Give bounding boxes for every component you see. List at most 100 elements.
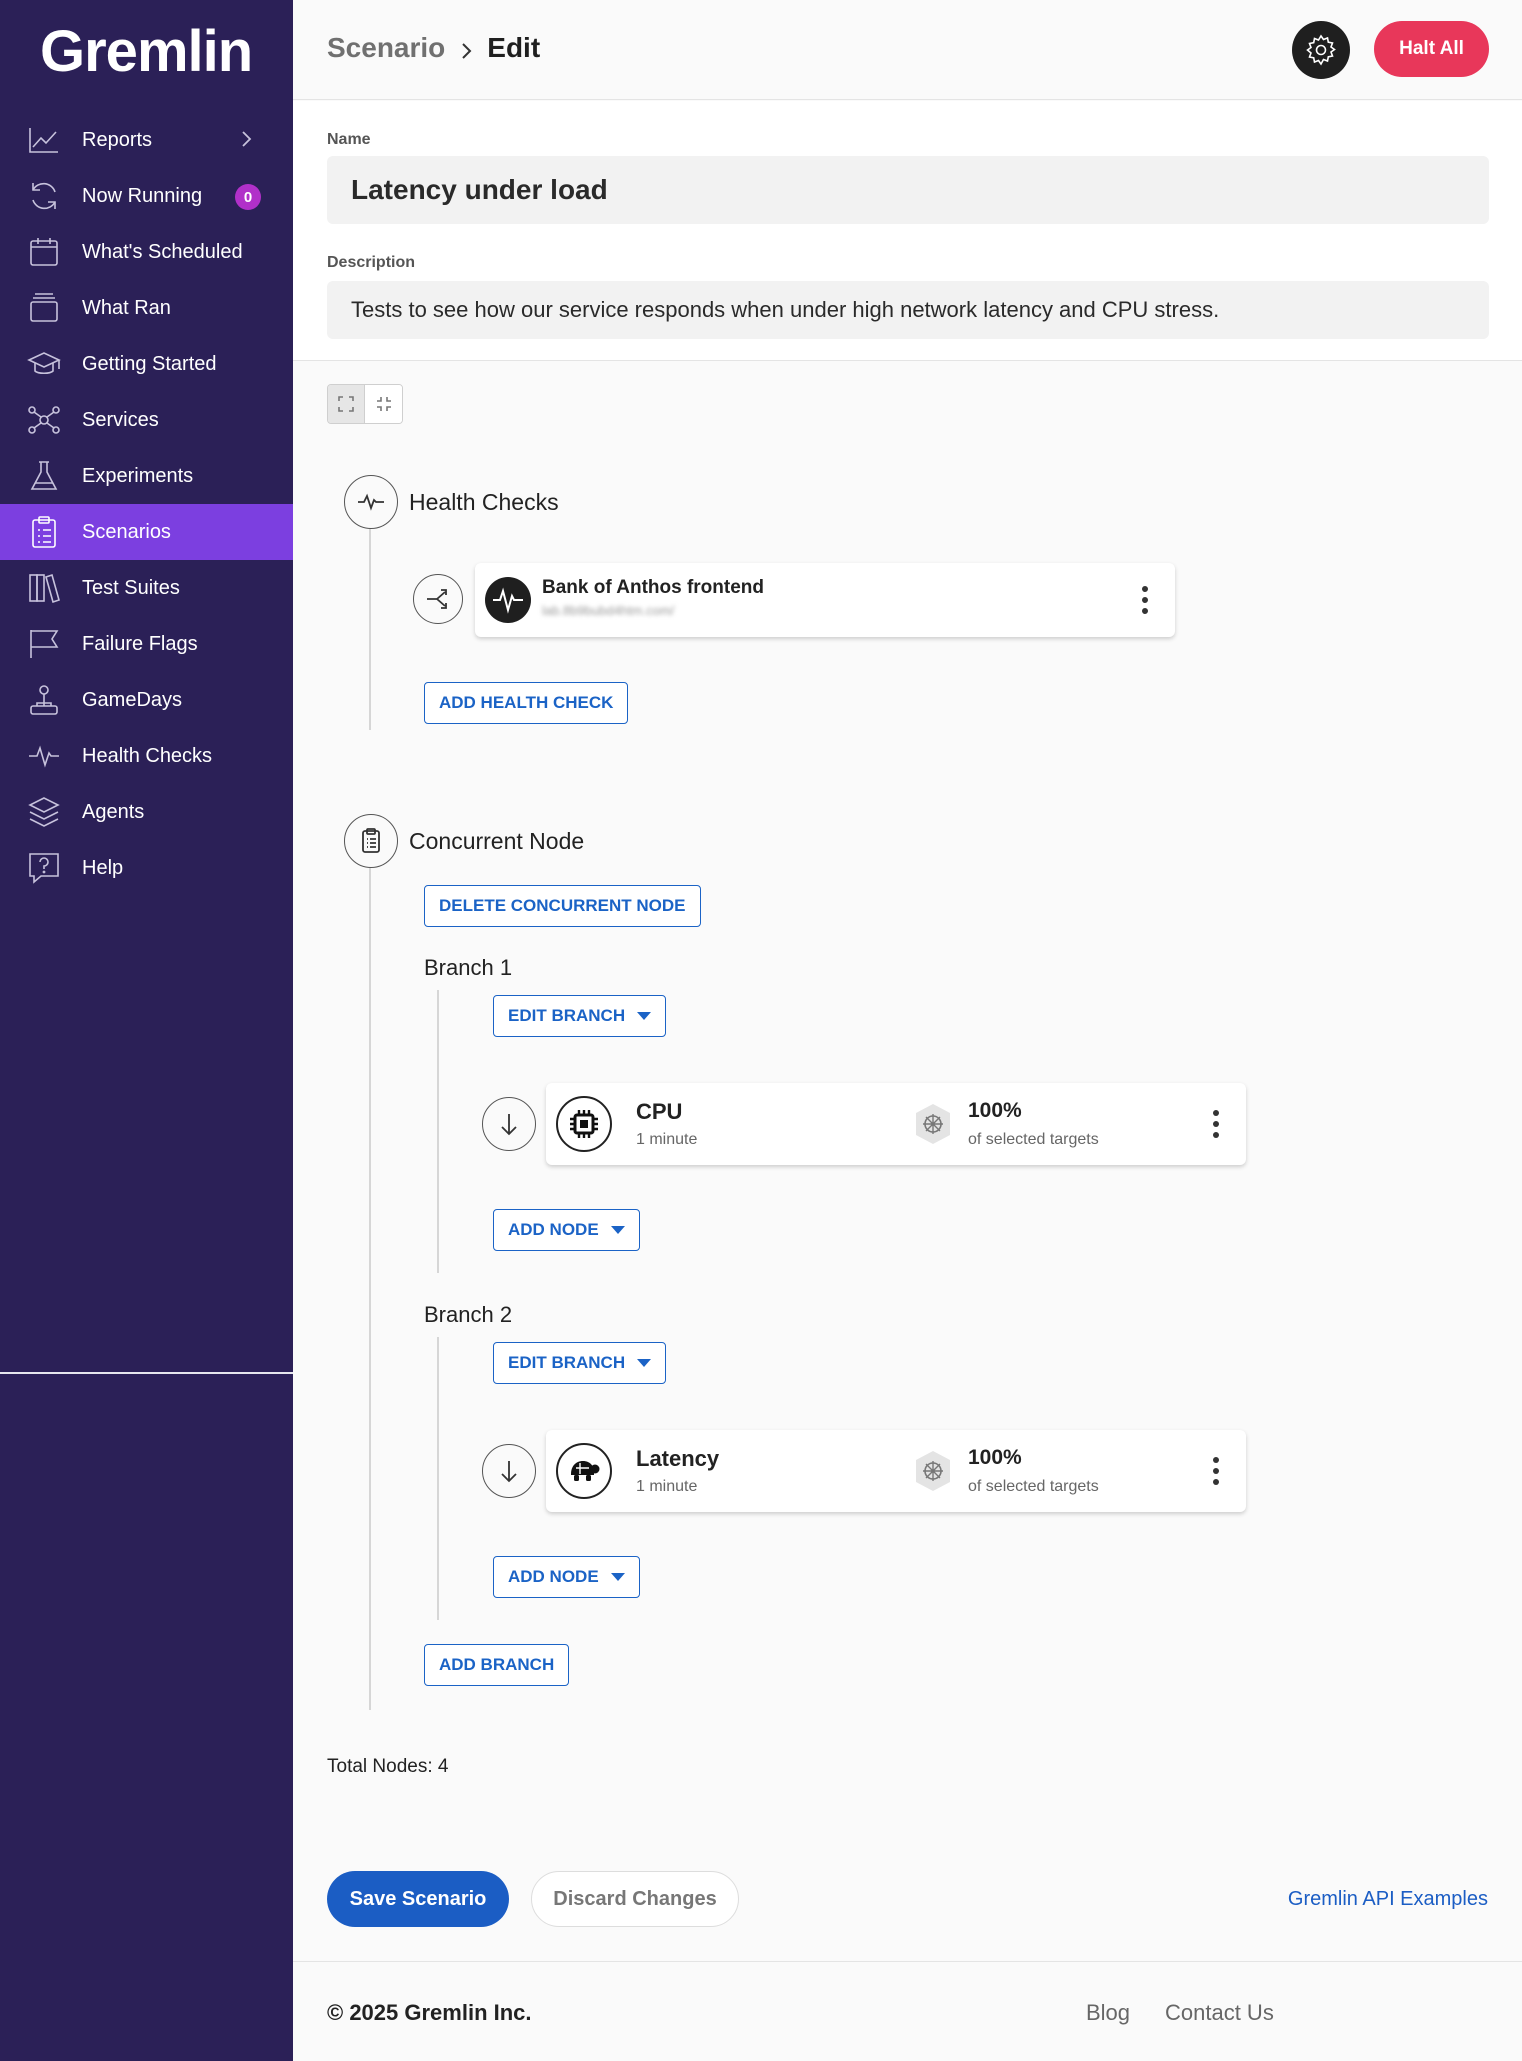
sidebar-item-what-ran[interactable]: What Ran bbox=[0, 280, 293, 336]
api-examples-link[interactable]: Gremlin API Examples bbox=[1288, 1888, 1488, 1911]
cpu-node-menu-button[interactable] bbox=[1212, 1110, 1220, 1138]
running-count-badge: 0 bbox=[235, 184, 261, 210]
kubernetes-icon bbox=[912, 1101, 954, 1147]
latency-node-card[interactable]: Latency 1 minute 100% of selected target… bbox=[546, 1430, 1246, 1512]
tree-connector bbox=[369, 868, 371, 1710]
caret-down-icon bbox=[610, 1573, 625, 1581]
sidebar-item-label: Scenarios bbox=[82, 520, 171, 543]
name-label: Name bbox=[327, 131, 371, 148]
collapse-icon bbox=[376, 397, 391, 411]
scenario-name-field[interactable]: Latency under load bbox=[327, 156, 1489, 224]
node-duration: 1 minute bbox=[636, 1478, 698, 1495]
clipboard-icon bbox=[362, 828, 380, 853]
breadcrumb-scenario-link[interactable]: Scenario bbox=[327, 32, 445, 64]
blog-link[interactable]: Blog bbox=[1086, 2000, 1130, 2026]
branch-connector bbox=[437, 1337, 439, 1620]
sidebar: Gremlin Reports Now Running 0 What's Sch… bbox=[0, 0, 293, 2061]
layers-icon bbox=[26, 794, 62, 830]
latency-node-avatar bbox=[556, 1443, 612, 1499]
health-check-card[interactable]: Bank of Anthos frontend lab.8b9bubd4htm.… bbox=[475, 563, 1175, 637]
pulse-icon bbox=[493, 587, 523, 614]
sidebar-item-services[interactable]: Services bbox=[0, 392, 293, 448]
sidebar-item-label: Services bbox=[82, 408, 159, 431]
pulse-icon bbox=[358, 493, 384, 511]
node-target-caption: of selected targets bbox=[968, 1131, 1099, 1148]
sidebar-item-scenarios[interactable]: Scenarios bbox=[0, 504, 293, 560]
sidebar-item-health-checks[interactable]: Health Checks bbox=[0, 728, 293, 784]
sidebar-item-label: Agents bbox=[82, 800, 145, 823]
sidebar-item-gamedays[interactable]: GameDays bbox=[0, 672, 293, 728]
arrow-down-icon bbox=[501, 1461, 517, 1483]
gremlin-logo[interactable]: Gremlin bbox=[40, 18, 253, 85]
edit-branch-label: EDIT BRANCH bbox=[508, 1006, 626, 1025]
breadcrumb: Scenario Edit bbox=[327, 32, 540, 64]
sidebar-item-whats-scheduled[interactable]: What's Scheduled bbox=[0, 224, 293, 280]
copyright-text: © 2025 Gremlin Inc. bbox=[327, 2000, 532, 2025]
save-scenario-button[interactable]: Save Scenario bbox=[327, 1871, 509, 1927]
turtle-icon bbox=[571, 1461, 600, 1481]
branch-2-label: Branch 2 bbox=[424, 1302, 513, 1327]
chevron-right-icon bbox=[235, 128, 257, 150]
sidebar-item-test-suites[interactable]: Test Suites bbox=[0, 560, 293, 616]
view-toggle-group bbox=[327, 384, 403, 424]
health-check-url: lab.8b9bubd4htm.com/ bbox=[542, 603, 675, 618]
sidebar-item-reports[interactable]: Reports bbox=[0, 112, 293, 168]
flag-icon bbox=[26, 626, 62, 662]
node-name: Latency bbox=[636, 1446, 720, 1471]
add-health-check-button[interactable]: ADD HEALTH CHECK bbox=[424, 682, 629, 724]
halt-all-button[interactable]: Halt All bbox=[1374, 21, 1489, 77]
sidebar-item-label: What Ran bbox=[82, 296, 171, 319]
chart-icon bbox=[26, 122, 62, 158]
health-check-menu-button[interactable] bbox=[1141, 586, 1149, 614]
add-node-label: ADD NODE bbox=[508, 1220, 599, 1239]
pulse-icon bbox=[26, 738, 62, 774]
sidebar-item-label: What's Scheduled bbox=[82, 240, 243, 263]
sequence-arrow-icon bbox=[482, 1444, 536, 1498]
caret-down-icon bbox=[637, 1359, 652, 1367]
page-header: Scenario Edit Halt All bbox=[293, 0, 1522, 100]
edit-branch-2-button[interactable]: EDIT BRANCH bbox=[493, 1342, 667, 1384]
breadcrumb-current: Edit bbox=[487, 32, 541, 63]
discard-changes-button[interactable]: Discard Changes bbox=[531, 1871, 739, 1927]
total-nodes-count: Total Nodes: 4 bbox=[327, 1756, 449, 1777]
sidebar-item-getting-started[interactable]: Getting Started bbox=[0, 336, 293, 392]
contact-us-link[interactable]: Contact Us bbox=[1165, 2000, 1274, 2026]
graduation-cap-icon bbox=[26, 346, 62, 382]
node-target-percent: 100% bbox=[968, 1446, 1022, 1469]
scenario-description-field[interactable]: Tests to see how our service responds wh… bbox=[327, 281, 1489, 339]
chevron-right-icon bbox=[455, 37, 477, 59]
sidebar-item-help[interactable]: Help bbox=[0, 840, 293, 896]
add-node-branch-1-button[interactable]: ADD NODE bbox=[493, 1209, 640, 1251]
sidebar-item-experiments[interactable]: Experiments bbox=[0, 448, 293, 504]
scenario-form: Name Latency under load Description Test… bbox=[293, 101, 1522, 361]
edit-branch-label: EDIT BRANCH bbox=[508, 1353, 626, 1372]
sidebar-item-agents[interactable]: Agents bbox=[0, 784, 293, 840]
branch-icon bbox=[427, 589, 447, 609]
collapse-view-button[interactable] bbox=[365, 385, 402, 423]
expand-view-button[interactable] bbox=[328, 385, 365, 423]
sidebar-item-label: Failure Flags bbox=[82, 632, 198, 655]
edit-branch-1-button[interactable]: EDIT BRANCH bbox=[493, 995, 667, 1037]
branch-connector bbox=[437, 990, 439, 1273]
health-check-title: Bank of Anthos frontend bbox=[542, 577, 764, 598]
books-icon bbox=[26, 570, 62, 606]
sidebar-item-failure-flags[interactable]: Failure Flags bbox=[0, 616, 293, 672]
sidebar-item-label: Reports bbox=[82, 128, 153, 151]
sidebar-item-now-running[interactable]: Now Running 0 bbox=[0, 168, 293, 224]
caret-down-icon bbox=[637, 1012, 652, 1020]
health-check-avatar bbox=[485, 577, 531, 623]
add-node-branch-2-button[interactable]: ADD NODE bbox=[493, 1556, 640, 1598]
sidebar-item-label: Getting Started bbox=[82, 352, 217, 375]
description-label: Description bbox=[327, 254, 416, 271]
sidebar-item-label: Help bbox=[82, 856, 124, 879]
page-footer: © 2025 Gremlin Inc. Blog Contact Us bbox=[293, 1961, 1522, 2061]
sidebar-divider bbox=[0, 1372, 293, 1374]
latency-node-menu-button[interactable] bbox=[1212, 1457, 1220, 1485]
delete-concurrent-node-button[interactable]: DELETE CONCURRENT NODE bbox=[424, 885, 701, 927]
branch-1-label: Branch 1 bbox=[424, 955, 513, 980]
settings-button[interactable] bbox=[1292, 21, 1350, 79]
clipboard-icon bbox=[26, 514, 62, 550]
add-branch-button[interactable]: ADD BRANCH bbox=[424, 1644, 570, 1686]
cpu-node-card[interactable]: CPU 1 minute 100% of selected targets bbox=[546, 1083, 1246, 1165]
cpu-node-avatar bbox=[556, 1096, 612, 1152]
